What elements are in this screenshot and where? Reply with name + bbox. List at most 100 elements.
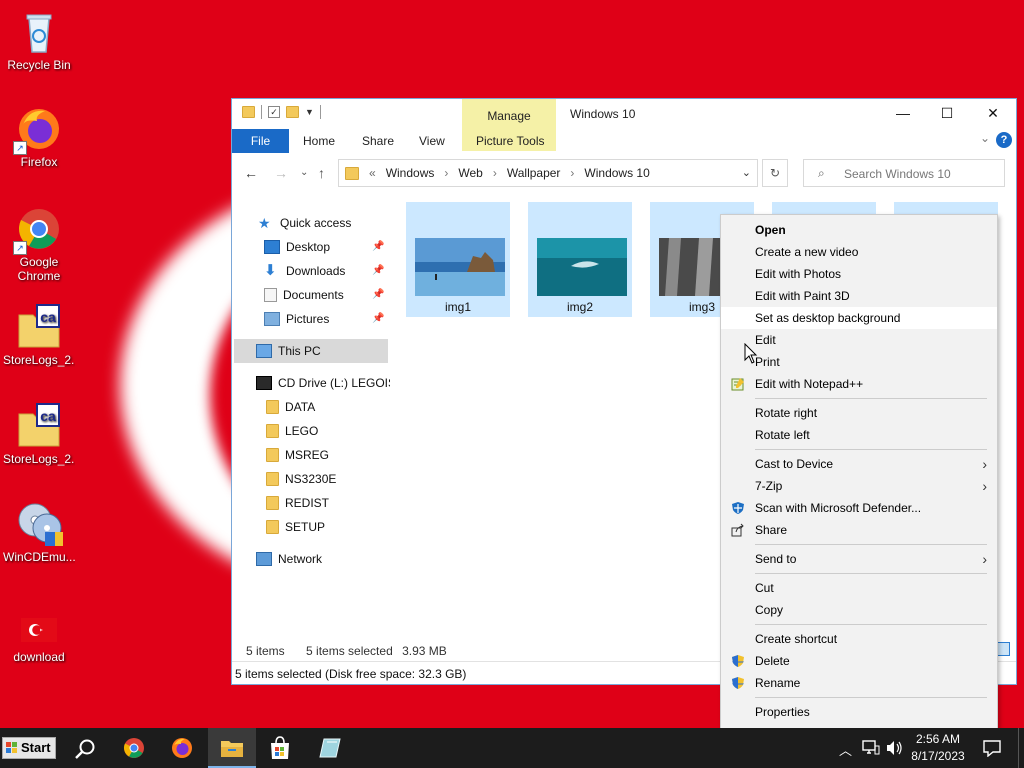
help-icon[interactable]: ? xyxy=(996,132,1012,148)
clock-date: 8/17/2023 xyxy=(911,749,965,763)
menu-item-cut[interactable]: Cut xyxy=(721,577,997,599)
desktop-icon-recycle-bin[interactable]: Recycle Bin xyxy=(3,8,75,72)
taskbar-firefox[interactable] xyxy=(158,728,206,768)
menu-item-rotate-right[interactable]: Rotate right xyxy=(721,402,997,424)
file-item[interactable]: img1 xyxy=(406,202,510,317)
volume-icon[interactable] xyxy=(885,740,903,756)
tab-share[interactable]: Share xyxy=(362,129,394,153)
nav-folder-msreg[interactable]: MSREG xyxy=(266,444,329,466)
nav-folder-setup[interactable]: SETUP xyxy=(266,516,325,538)
nav-desktop[interactable]: Desktop xyxy=(264,236,330,258)
menu-item-edit-notepadpp[interactable]: Edit with Notepad++ xyxy=(721,373,997,395)
menu-item-create-shortcut[interactable]: Create shortcut xyxy=(721,628,997,650)
menu-item-edit[interactable]: Edit xyxy=(721,329,997,351)
chevron-right-icon: › xyxy=(982,478,987,494)
pin-icon[interactable]: 📌 xyxy=(372,265,384,276)
taskbar-app[interactable] xyxy=(306,728,354,768)
desktop-icon-download[interactable]: download xyxy=(3,612,75,664)
menu-item-send-to[interactable]: Send to › xyxy=(721,548,997,570)
chevron-right-icon[interactable]: › xyxy=(570,166,574,180)
menu-item-edit-photos[interactable]: Edit with Photos xyxy=(721,263,997,285)
show-desktop-button[interactable] xyxy=(1018,728,1024,768)
clock[interactable]: 2:56 AM 8/17/2023 xyxy=(905,731,971,765)
nav-folder-redist[interactable]: REDIST xyxy=(266,492,329,514)
nav-folder-data[interactable]: DATA xyxy=(266,396,315,418)
tab-picture-tools[interactable]: Picture Tools xyxy=(476,129,544,153)
menu-item-open[interactable]: Open xyxy=(721,219,997,241)
pin-icon[interactable]: 📌 xyxy=(372,241,384,252)
desktop-icon-chrome[interactable]: ↗ Google Chrome xyxy=(3,205,75,283)
up-icon[interactable]: ↑ xyxy=(318,165,325,181)
breadcrumb-web[interactable]: Web xyxy=(458,166,482,180)
breadcrumb-windows-10[interactable]: Windows 10 xyxy=(584,166,649,180)
nav-pictures[interactable]: Pictures xyxy=(264,308,329,330)
tab-view[interactable]: View xyxy=(419,129,445,153)
address-bar[interactable]: « Windows › Web › Wallpaper › Windows 10… xyxy=(338,159,758,187)
expand-ribbon-icon[interactable]: ⌄ xyxy=(980,131,990,145)
taskbar-file-explorer[interactable] xyxy=(208,728,256,768)
breadcrumb-overflow[interactable]: « xyxy=(369,166,376,180)
chevron-right-icon[interactable]: › xyxy=(493,166,497,180)
menu-item-7zip[interactable]: 7-Zip › xyxy=(721,475,997,497)
chevron-right-icon[interactable]: › xyxy=(444,166,448,180)
menu-item-create-video[interactable]: Create a new video xyxy=(721,241,997,263)
folder-icon xyxy=(266,448,279,462)
recent-locations-icon[interactable]: ⌄ xyxy=(300,167,308,178)
menu-item-share[interactable]: Share xyxy=(721,519,997,541)
properties-icon[interactable]: ✓ xyxy=(268,106,280,118)
tab-file[interactable]: File xyxy=(232,129,289,153)
nav-folder-ns3230e[interactable]: NS3230E xyxy=(266,468,336,490)
folder-icon xyxy=(266,496,279,510)
taskbar-microsoft-store[interactable] xyxy=(256,728,304,768)
pin-icon[interactable]: 📌 xyxy=(372,313,384,324)
refresh-button[interactable]: ↻ xyxy=(762,159,788,187)
menu-item-delete[interactable]: Delete xyxy=(721,650,997,672)
address-dropdown-icon[interactable]: ⌄ xyxy=(742,166,751,179)
desktop-icon-storelogs-1[interactable]: ca StoreLogs_2... xyxy=(3,303,75,367)
file-item[interactable]: img2 xyxy=(528,202,632,317)
tab-home[interactable]: Home xyxy=(303,129,335,153)
cd-drive-icon xyxy=(256,376,272,390)
desktop-icon-firefox[interactable]: ↗ Firefox xyxy=(3,105,75,169)
maximize-button[interactable]: ☐ xyxy=(924,99,970,127)
divider xyxy=(319,105,321,119)
nav-cd-drive[interactable]: CD Drive (L:) LEGOISL xyxy=(256,372,390,394)
menu-item-rename[interactable]: Rename xyxy=(721,672,997,694)
customize-toolbar-icon[interactable]: ▼ xyxy=(305,107,314,117)
minimize-button[interactable]: — xyxy=(880,99,926,127)
show-hidden-icons[interactable]: ︿ xyxy=(839,740,852,759)
nav-documents[interactable]: Documents xyxy=(264,284,344,306)
nav-folder-lego[interactable]: LEGO xyxy=(266,420,318,442)
pin-icon[interactable]: 📌 xyxy=(372,289,384,300)
menu-item-edit-paint3d[interactable]: Edit with Paint 3D xyxy=(721,285,997,307)
menu-label: Edit with Photos xyxy=(755,267,842,281)
breadcrumb-windows[interactable]: Windows xyxy=(386,166,435,180)
menu-label: Open xyxy=(755,223,786,237)
desktop-icon-storelogs-2[interactable]: ca StoreLogs_2... xyxy=(3,402,75,466)
network-icon[interactable] xyxy=(862,740,880,756)
taskbar-chrome[interactable] xyxy=(110,728,158,768)
search-box[interactable]: ⌕ Search Windows 10 xyxy=(803,159,1005,187)
menu-separator xyxy=(755,398,987,399)
notification-center-icon[interactable] xyxy=(982,739,1002,757)
menu-item-properties[interactable]: Properties xyxy=(721,701,997,723)
nav-downloads[interactable]: ⬇ Downloads xyxy=(264,260,345,282)
shortcut-arrow-icon: ↗ xyxy=(13,141,27,155)
taskbar-search[interactable] xyxy=(60,728,108,768)
new-folder-icon[interactable] xyxy=(286,106,299,118)
menu-item-rotate-left[interactable]: Rotate left xyxy=(721,424,997,446)
nav-this-pc[interactable]: This PC xyxy=(256,340,321,362)
menu-item-print[interactable]: Print xyxy=(721,351,997,373)
breadcrumb-wallpaper[interactable]: Wallpaper xyxy=(507,166,561,180)
menu-item-set-desktop-background[interactable]: Set as desktop background xyxy=(721,307,997,329)
nav-network[interactable]: Network xyxy=(256,548,322,570)
forward-icon[interactable]: → xyxy=(274,165,288,181)
menu-item-scan-defender[interactable]: Scan with Microsoft Defender... xyxy=(721,497,997,519)
menu-item-cast-to-device[interactable]: Cast to Device › xyxy=(721,453,997,475)
close-button[interactable]: ✕ xyxy=(970,99,1016,127)
menu-item-copy[interactable]: Copy xyxy=(721,599,997,621)
back-icon[interactable]: ← xyxy=(244,165,258,181)
start-button[interactable]: Start xyxy=(2,737,56,759)
nav-quick-access[interactable]: ★ Quick access xyxy=(258,212,351,234)
desktop-icon-wincdemu[interactable]: WinCDEmu... xyxy=(3,500,75,564)
